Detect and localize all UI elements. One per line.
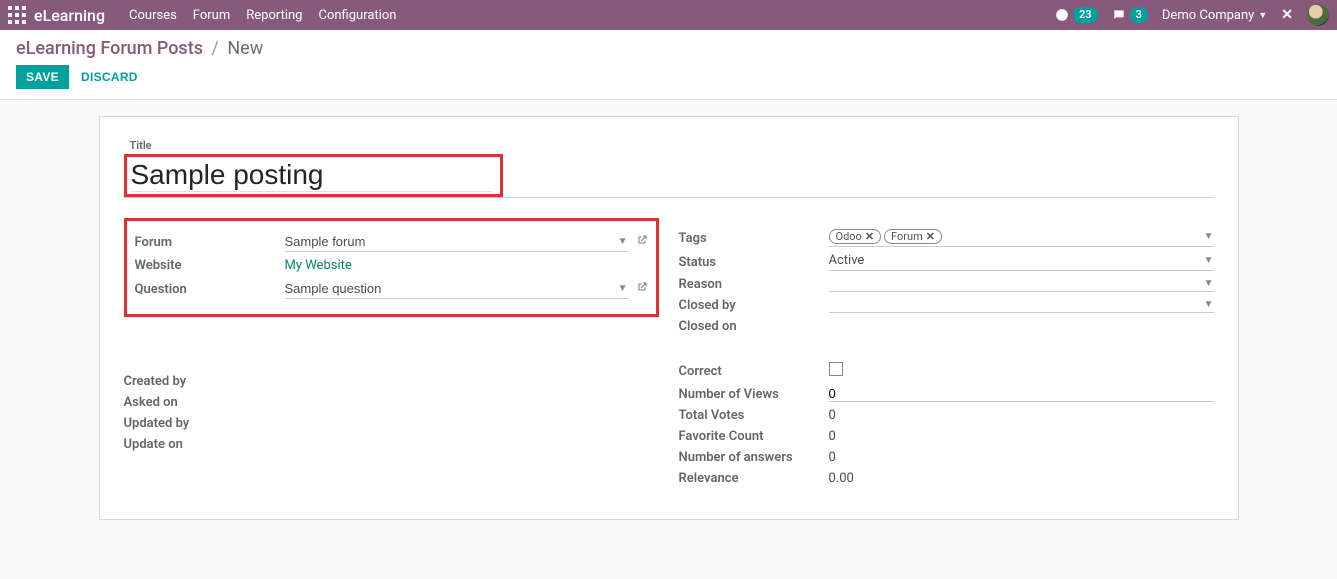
answers-label: Number of answers <box>679 447 829 468</box>
form-sheet: Title Forum <box>99 116 1239 520</box>
nav-reporting[interactable]: Reporting <box>246 8 302 23</box>
question-caret-icon[interactable]: ▼ <box>618 283 628 294</box>
closed-by-field[interactable]: ▼ <box>829 299 1214 313</box>
closed-on-label: Closed on <box>679 316 829 337</box>
tags-caret-icon[interactable]: ▼ <box>1204 231 1214 242</box>
tag-odoo[interactable]: Odoo✕ <box>829 229 882 244</box>
company-switcher[interactable]: Demo Company ▼ <box>1162 8 1267 23</box>
views-input[interactable] <box>829 386 1214 402</box>
app-brand[interactable]: eLearning <box>34 6 105 25</box>
votes-value: 0 <box>829 408 836 423</box>
control-panel: eLearning Forum Posts / New SAVE DISCARD <box>0 30 1337 100</box>
breadcrumb: eLearning Forum Posts / New <box>16 38 1321 59</box>
title-group: Title <box>124 139 1214 198</box>
breadcrumb-current: New <box>227 38 263 59</box>
tag-remove-icon[interactable]: ✕ <box>865 230 874 243</box>
tags-field[interactable]: Odoo✕ Forum✕ ▼ <box>829 229 1214 247</box>
views-label: Number of Views <box>679 383 829 405</box>
update-on-label: Update on <box>124 434 274 455</box>
sheet-wrapper: Title Forum <box>0 100 1337 560</box>
forum-external-link-icon[interactable] <box>636 234 648 250</box>
top-navbar: eLearning Courses Forum Reporting Config… <box>0 0 1337 30</box>
question-input[interactable] <box>285 279 614 298</box>
question-label: Question <box>135 276 285 302</box>
fav-value: 0 <box>829 429 836 444</box>
relevance-value: 0.00 <box>829 471 854 486</box>
forum-label: Forum <box>135 229 285 255</box>
messages-count: 3 <box>1130 7 1148 23</box>
nav-right: 23 3 Demo Company ▼ ✕ <box>1055 4 1329 26</box>
messages-button[interactable]: 3 <box>1112 7 1148 23</box>
title-input[interactable] <box>131 159 492 192</box>
action-row: SAVE DISCARD <box>16 65 1321 89</box>
question-external-link-icon[interactable] <box>636 281 648 297</box>
save-button[interactable]: SAVE <box>16 65 69 89</box>
status-caret-icon[interactable]: ▼ <box>1204 255 1214 266</box>
forum-caret-icon[interactable]: ▼ <box>618 236 628 247</box>
form-columns: Forum ▼ <box>124 216 1214 489</box>
left-column: Forum ▼ <box>124 216 659 489</box>
close-icon[interactable]: ✕ <box>1281 7 1293 23</box>
reason-caret-icon[interactable]: ▼ <box>1204 278 1214 289</box>
activities-count: 23 <box>1073 7 1098 23</box>
status-value: Active <box>829 253 1204 268</box>
relevance-label: Relevance <box>679 468 829 489</box>
right-column: Tags Odoo✕ Forum✕ ▼ Status <box>679 216 1214 489</box>
forum-input[interactable] <box>285 232 614 251</box>
question-field[interactable]: ▼ <box>285 279 628 299</box>
asked-on-label: Asked on <box>124 392 274 413</box>
clock-icon <box>1055 8 1069 22</box>
user-avatar[interactable] <box>1307 4 1329 26</box>
updated-by-label: Updated by <box>124 413 274 434</box>
breadcrumb-separator: / <box>211 38 218 59</box>
closed-by-caret-icon[interactable]: ▼ <box>1204 299 1214 310</box>
answers-value: 0 <box>829 450 836 465</box>
created-by-label: Created by <box>124 371 274 392</box>
chat-icon <box>1112 8 1126 22</box>
reason-field[interactable]: ▼ <box>829 278 1214 292</box>
reason-label: Reason <box>679 274 829 295</box>
closed-by-label: Closed by <box>679 295 829 316</box>
title-label: Title <box>130 139 1214 152</box>
nav-courses[interactable]: Courses <box>129 8 177 23</box>
status-field[interactable]: Active ▼ <box>829 253 1214 271</box>
website-label: Website <box>135 255 285 276</box>
breadcrumb-root[interactable]: eLearning Forum Posts <box>16 38 203 59</box>
votes-label: Total Votes <box>679 405 829 426</box>
title-highlight-box <box>124 154 503 197</box>
status-label: Status <box>679 250 829 274</box>
nav-forum[interactable]: Forum <box>193 8 230 23</box>
fav-label: Favorite Count <box>679 426 829 447</box>
discard-button[interactable]: DISCARD <box>81 70 138 84</box>
caret-down-icon: ▼ <box>1258 10 1267 21</box>
tag-forum[interactable]: Forum✕ <box>884 229 942 244</box>
nav-configuration[interactable]: Configuration <box>318 8 396 23</box>
correct-label: Correct <box>679 359 829 383</box>
forum-field[interactable]: ▼ <box>285 232 628 252</box>
left-highlight-box: Forum ▼ <box>124 218 659 317</box>
nav-menu: Courses Forum Reporting Configuration <box>129 8 396 23</box>
apps-icon[interactable] <box>8 6 26 24</box>
tags-label: Tags <box>679 226 829 250</box>
website-value[interactable]: My Website <box>285 258 352 273</box>
tag-remove-icon[interactable]: ✕ <box>926 230 935 243</box>
activities-button[interactable]: 23 <box>1055 7 1098 23</box>
company-name: Demo Company <box>1162 8 1254 23</box>
correct-checkbox[interactable] <box>829 362 843 376</box>
